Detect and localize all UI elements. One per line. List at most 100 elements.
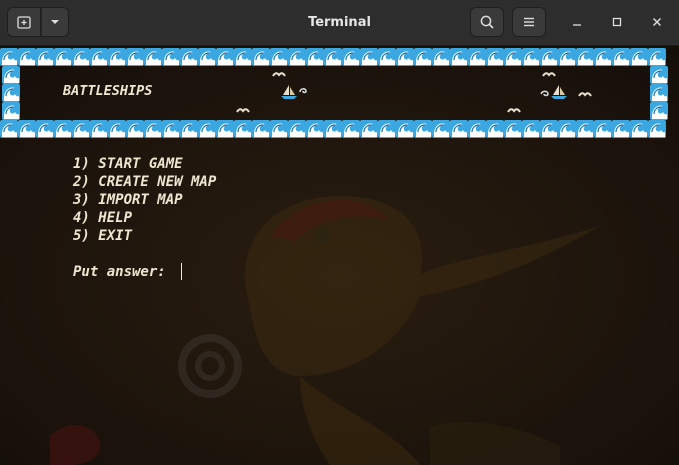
wave-icon [558, 48, 576, 66]
wave-icon [486, 120, 504, 138]
wave-icon [216, 120, 234, 138]
wave-icon [18, 120, 36, 138]
wave-icon [378, 120, 396, 138]
new-tab-button[interactable] [7, 7, 41, 37]
terminal-window: Terminal BATTLESHIPS 1) START GAME 2) CR… [0, 0, 679, 465]
wave-icon [72, 48, 90, 66]
close-icon [653, 18, 661, 26]
wave-icon [54, 48, 72, 66]
wave-icon [162, 120, 180, 138]
wave-icon [450, 48, 468, 66]
wave-icon [504, 120, 522, 138]
wave-icon [0, 120, 18, 138]
wave-icon [198, 120, 216, 138]
wave-icon [144, 48, 162, 66]
banner-title: BATTLESHIPS [63, 83, 153, 99]
wave-icon [612, 48, 630, 66]
wave-icon [378, 48, 396, 66]
menu-item-start-game: 1) START GAME [73, 156, 183, 172]
wave-icon [144, 120, 162, 138]
wave-icon [252, 120, 270, 138]
background-artwork [0, 46, 679, 465]
wave-icon [450, 120, 468, 138]
minimize-icon [573, 24, 581, 26]
chevron-down-icon [51, 20, 59, 24]
scrollbar[interactable] [667, 46, 679, 465]
wave-icon [270, 48, 288, 66]
wave-icon [630, 48, 648, 66]
wave-icon [180, 48, 198, 66]
wave-icon [90, 48, 108, 66]
wave-icon [630, 120, 648, 138]
wave-icon [594, 48, 612, 66]
wave-icon [0, 48, 18, 66]
wave-icon [594, 120, 612, 138]
wave-icon [288, 48, 306, 66]
input-prompt: Put answer: [73, 264, 166, 280]
wave-icon [306, 48, 324, 66]
wave-icon [162, 48, 180, 66]
wave-icon [504, 48, 522, 66]
wave-icon [432, 120, 450, 138]
wave-icon [234, 48, 252, 66]
wave-icon [306, 120, 324, 138]
menu-item-create-new-map: 2) CREATE NEW MAP [73, 174, 217, 190]
menu-item-help: 4) HELP [73, 210, 133, 226]
splash-icon [299, 88, 307, 94]
wave-icon [648, 48, 666, 66]
wave-icon [360, 48, 378, 66]
wave-icon [648, 120, 666, 138]
wave-icon [396, 48, 414, 66]
wave-icon [558, 120, 576, 138]
terminal-view[interactable]: BATTLESHIPS 1) START GAME 2) CREATE NEW … [0, 46, 679, 465]
wave-icon [342, 120, 360, 138]
wave-icon [540, 120, 558, 138]
seagull-icon [578, 92, 592, 97]
wave-icon [650, 84, 668, 102]
wave-icon [18, 48, 36, 66]
wave-icon [90, 120, 108, 138]
tab-menu-button[interactable] [41, 7, 69, 37]
search-icon [480, 15, 494, 29]
text-cursor [181, 263, 182, 280]
wave-icon [216, 48, 234, 66]
wave-icon [468, 48, 486, 66]
search-button[interactable] [470, 7, 504, 37]
wave-icon [468, 120, 486, 138]
wave-icon [108, 120, 126, 138]
wave-icon [270, 120, 288, 138]
hamburger-menu-button[interactable] [512, 7, 546, 37]
seagull-icon [542, 72, 556, 77]
minimize-button[interactable] [565, 10, 589, 34]
wave-icon [54, 120, 72, 138]
wave-icon [522, 48, 540, 66]
wave-icon [576, 48, 594, 66]
maximize-button[interactable] [605, 10, 629, 34]
menu-item-exit: 5) EXIT [73, 228, 133, 244]
menu-item-import-map: 3) IMPORT MAP [73, 192, 183, 208]
hamburger-icon [524, 17, 534, 27]
wave-icon [540, 48, 558, 66]
splash-icon [540, 90, 549, 97]
wave-icon [2, 102, 20, 120]
wave-icon [650, 102, 668, 120]
wave-icon [2, 66, 20, 84]
wave-icon [486, 48, 504, 66]
wave-icon [288, 120, 306, 138]
banner-bottom-border [0, 120, 668, 138]
banner-top-border [0, 48, 668, 66]
sailboat-icon [281, 85, 297, 99]
wave-icon [576, 120, 594, 138]
wave-icon [324, 48, 342, 66]
wave-icon [126, 48, 144, 66]
title-bar: Terminal [0, 0, 679, 46]
wave-icon [36, 120, 54, 138]
close-button[interactable] [645, 10, 669, 34]
wave-icon [72, 120, 90, 138]
wave-icon [396, 120, 414, 138]
wave-icon [414, 120, 432, 138]
wave-icon [324, 120, 342, 138]
wave-icon [522, 120, 540, 138]
wave-icon [432, 48, 450, 66]
wave-icon [252, 48, 270, 66]
